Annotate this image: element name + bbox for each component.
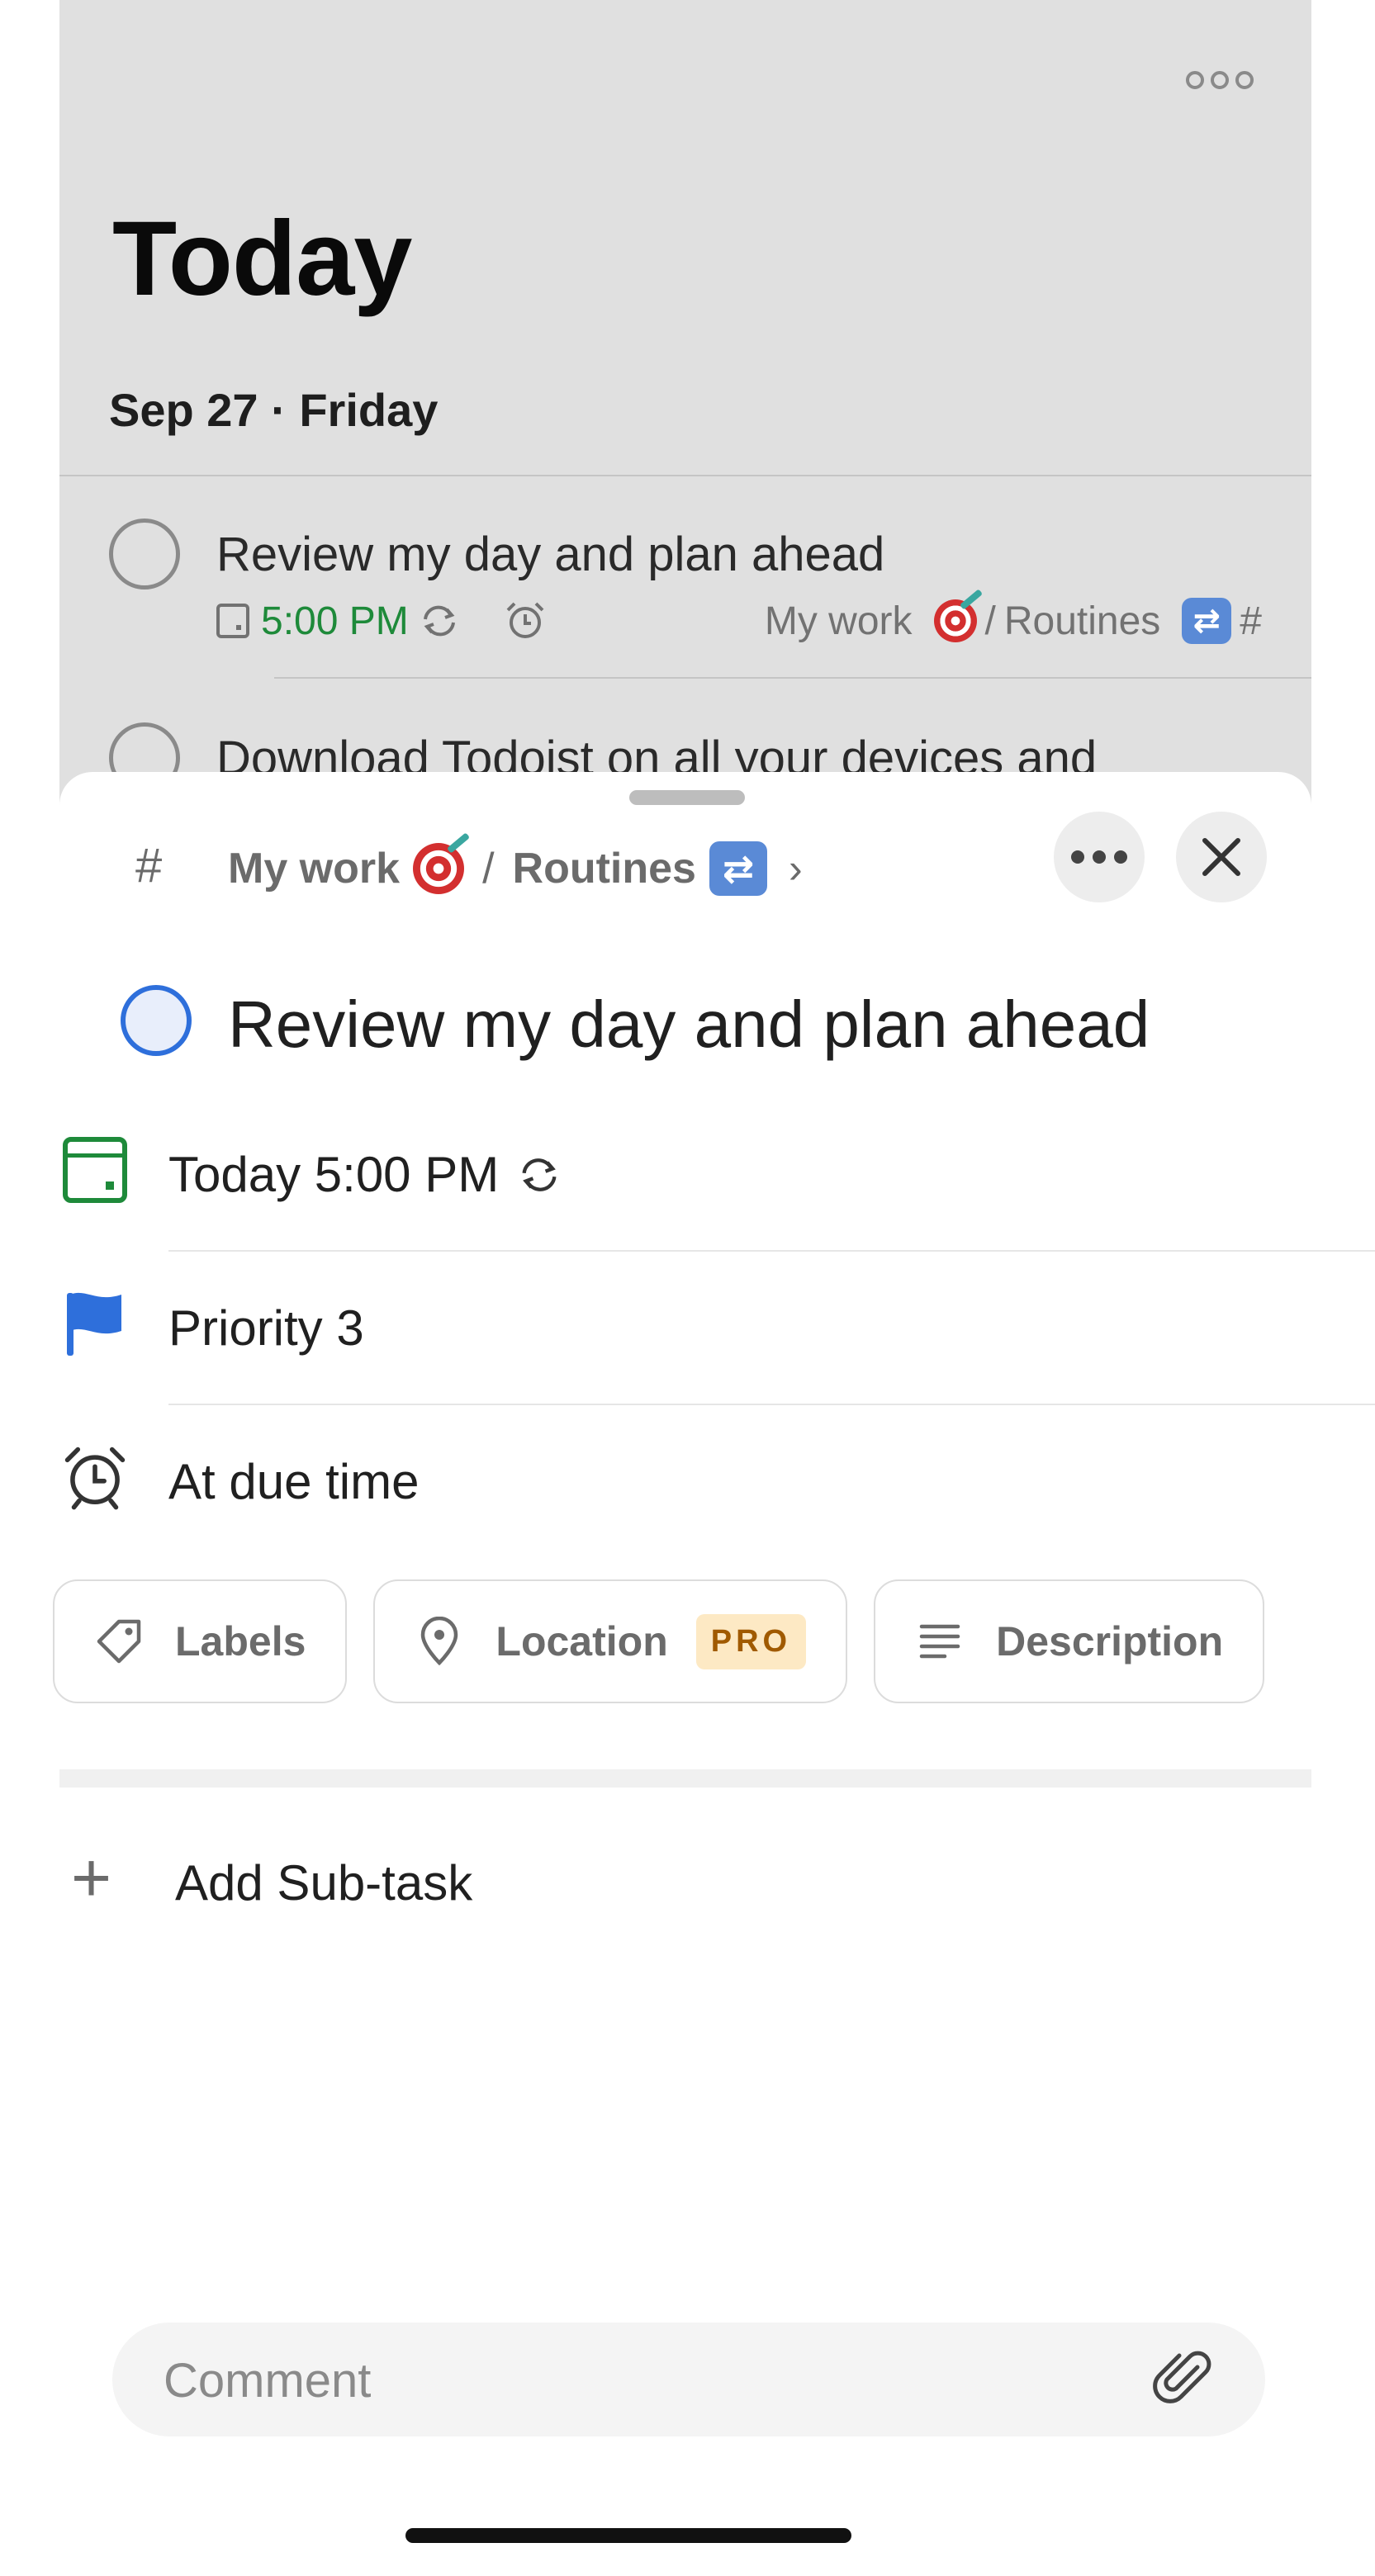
reminder-field[interactable]: At due time bbox=[0, 1405, 1375, 1559]
description-lines-icon bbox=[915, 1617, 965, 1666]
task-title-row[interactable]: Review my day and plan ahead bbox=[59, 978, 1311, 1061]
location-chip[interactable]: Location PRO bbox=[373, 1579, 848, 1703]
alarm-icon bbox=[59, 1442, 130, 1513]
task-project: My work / Routines ⇄ # bbox=[764, 598, 1262, 644]
labels-label: Labels bbox=[175, 1618, 306, 1664]
section-divider bbox=[59, 1769, 1311, 1788]
plus-icon: + bbox=[71, 1839, 112, 1916]
breadcrumb-project[interactable]: My work bbox=[228, 844, 400, 893]
calendar-icon bbox=[216, 604, 249, 638]
task-checkbox[interactable] bbox=[109, 519, 180, 590]
chevron-right-icon[interactable]: › bbox=[789, 845, 803, 893]
priority-field[interactable]: Priority 3 bbox=[0, 1252, 1375, 1405]
breadcrumb-path[interactable]: My work / Routines ⇄ › bbox=[228, 841, 803, 896]
divider bbox=[274, 677, 1311, 679]
attribute-chips: Labels Location PRO Description bbox=[53, 1579, 1265, 1703]
tag-icon bbox=[94, 1617, 144, 1666]
drag-handle[interactable] bbox=[629, 790, 745, 805]
repeat-emoji-icon: ⇄ bbox=[1182, 598, 1232, 644]
repeat-icon bbox=[522, 1158, 557, 1191]
hash-icon: # bbox=[1240, 599, 1262, 643]
repeat-icon bbox=[423, 605, 455, 637]
task-title: Review my day and plan ahead bbox=[216, 528, 885, 581]
description-chip[interactable]: Description bbox=[874, 1579, 1265, 1703]
hash-icon: # bbox=[135, 839, 163, 893]
close-icon bbox=[1202, 838, 1240, 876]
target-emoji-icon bbox=[413, 843, 465, 894]
home-indicator[interactable] bbox=[405, 2528, 851, 2543]
calendar-icon bbox=[59, 1134, 130, 1205]
location-pin-icon bbox=[415, 1617, 464, 1666]
breadcrumb-section[interactable]: Routines bbox=[513, 844, 696, 893]
due-date-value: Today 5:00 PM bbox=[168, 1147, 500, 1202]
task-complete-checkbox[interactable] bbox=[121, 985, 192, 1056]
divider bbox=[59, 475, 1311, 476]
close-button[interactable] bbox=[1176, 812, 1267, 902]
repeat-emoji-icon: ⇄ bbox=[709, 841, 767, 896]
description-label: Description bbox=[996, 1618, 1224, 1664]
location-label: Location bbox=[495, 1618, 668, 1664]
add-subtask-button[interactable]: + Add Sub-task bbox=[0, 1825, 1375, 1932]
labels-chip[interactable]: Labels bbox=[53, 1579, 348, 1703]
page-title: Today bbox=[112, 200, 412, 318]
date-heading: Sep 27 · Friday bbox=[109, 384, 439, 436]
flag-icon bbox=[59, 1288, 130, 1359]
more-horizontal-icon bbox=[1071, 850, 1084, 864]
reminder-value: At due time bbox=[168, 1454, 420, 1509]
target-emoji-icon bbox=[933, 599, 977, 642]
task-meta: 5:00 PM My work / Routines ⇄ # bbox=[216, 596, 1262, 646]
more-options-button[interactable] bbox=[1054, 812, 1145, 902]
due-date-field[interactable]: Today 5:00 PM bbox=[0, 1098, 1375, 1252]
pro-badge: PRO bbox=[695, 1613, 807, 1669]
priority-value: Priority 3 bbox=[168, 1300, 364, 1356]
comment-input[interactable] bbox=[164, 2347, 1072, 2413]
alarm-icon bbox=[506, 602, 544, 638]
task-time: 5:00 PM bbox=[261, 599, 409, 643]
comment-bar bbox=[112, 2323, 1265, 2436]
task-title[interactable]: Review my day and plan ahead bbox=[228, 987, 1150, 1063]
breadcrumb-separator: / bbox=[482, 845, 495, 893]
paperclip-icon[interactable] bbox=[1151, 2347, 1217, 2413]
add-subtask-label: Add Sub-task bbox=[175, 1855, 473, 1911]
more-horizontal-icon[interactable] bbox=[1186, 71, 1254, 89]
